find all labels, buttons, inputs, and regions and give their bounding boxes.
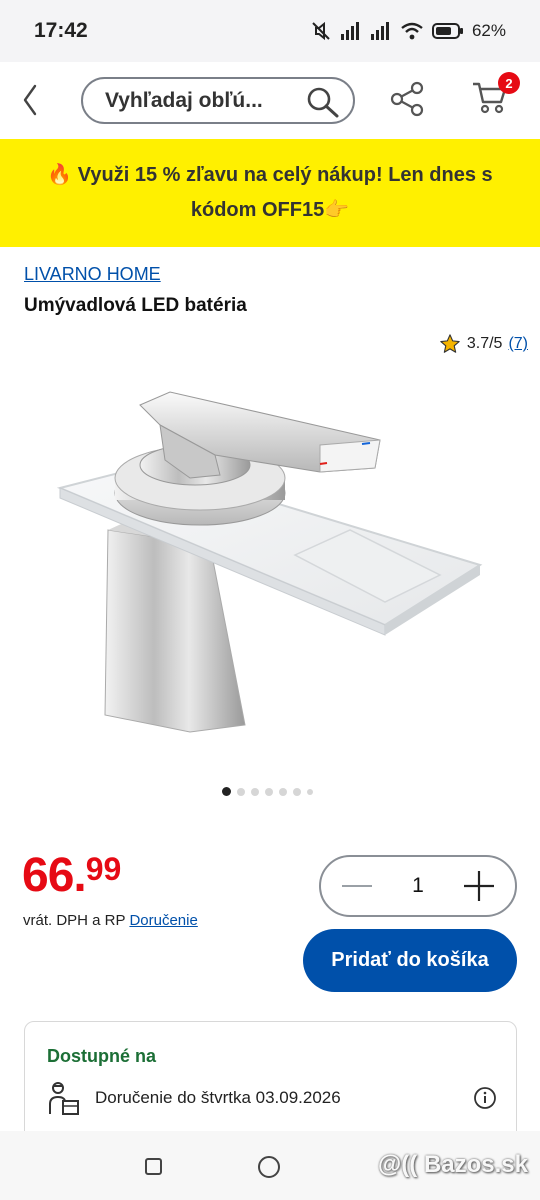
price-note-text: vrát. DPH a RP bbox=[23, 912, 126, 929]
brand-link[interactable]: LIVARNO HOME bbox=[24, 264, 161, 285]
price-cents: 99 bbox=[85, 851, 122, 887]
carousel-dot[interactable] bbox=[293, 787, 301, 796]
carousel-dot[interactable] bbox=[307, 788, 313, 795]
product-image[interactable] bbox=[40, 370, 500, 770]
status-icons: 62% bbox=[310, 20, 506, 42]
promo-text: 🔥 Využi 15 % zľavu na celý nákup! Len dn… bbox=[47, 164, 493, 221]
delivery-row: Doručenie do štvrtka 03.09.2026 bbox=[47, 1080, 497, 1116]
product-title: Umývadlová LED batéria bbox=[24, 295, 247, 316]
share-button[interactable] bbox=[388, 80, 426, 123]
cart-count-badge: 2 bbox=[498, 72, 520, 94]
signal-icon-2 bbox=[370, 22, 392, 40]
availability-title: Dostupné na bbox=[47, 1046, 157, 1066]
quantity-stepper: 1 bbox=[319, 855, 517, 917]
info-icon[interactable] bbox=[473, 1086, 497, 1110]
quantity-value[interactable]: 1 bbox=[412, 874, 424, 898]
system-nav-bar: @(( Bazos.sk bbox=[0, 1131, 540, 1200]
back-button[interactable] bbox=[16, 80, 44, 120]
increase-quantity-button[interactable] bbox=[459, 866, 499, 906]
minus-icon bbox=[342, 885, 372, 887]
add-to-cart-button[interactable]: Pridať do košíka bbox=[303, 929, 517, 992]
rating-count-link[interactable]: (7) bbox=[508, 335, 528, 353]
magnifier-icon[interactable] bbox=[305, 85, 341, 119]
carousel-dot[interactable] bbox=[222, 787, 231, 796]
decrease-quantity-button[interactable] bbox=[337, 866, 377, 906]
plus-icon bbox=[464, 871, 494, 901]
delivery-person-icon bbox=[49, 1082, 79, 1115]
battery-level: 62% bbox=[471, 21, 506, 40]
mute-icon bbox=[310, 20, 332, 42]
home-button[interactable] bbox=[258, 1156, 280, 1178]
cart-button[interactable]: 2 bbox=[470, 72, 520, 120]
price-main: 66. bbox=[22, 849, 87, 902]
header: Vyhľadaj obľú... 2 bbox=[0, 62, 540, 139]
price-note: vrát. DPH a RP Doručenie bbox=[23, 912, 198, 929]
carousel-dot[interactable] bbox=[265, 787, 273, 796]
search-input[interactable]: Vyhľadaj obľú... bbox=[81, 77, 355, 124]
status-bar: 17:42 62% bbox=[0, 0, 540, 62]
share-icon bbox=[390, 81, 424, 117]
chevron-left-icon bbox=[23, 84, 37, 116]
promo-banner[interactable]: 🔥 Využi 15 % zľavu na celý nákup! Len dn… bbox=[0, 139, 540, 247]
battery-icon bbox=[431, 22, 464, 40]
carousel-dot[interactable] bbox=[237, 787, 245, 796]
watermark: @(( Bazos.sk bbox=[377, 1151, 528, 1178]
delivery-date-text: Doručenie do štvrtka 03.09.2026 bbox=[95, 1088, 341, 1107]
rating: 3.7/5 (7) bbox=[439, 333, 528, 355]
price: 66. 99 bbox=[22, 850, 121, 902]
star-icon bbox=[440, 334, 460, 353]
search-placeholder: Vyhľadaj obľú... bbox=[105, 88, 263, 112]
delivery-link[interactable]: Doručenie bbox=[129, 912, 197, 929]
faucet-image bbox=[56, 391, 483, 733]
signal-icon bbox=[340, 22, 362, 40]
wifi-icon bbox=[400, 22, 424, 40]
image-carousel-dots bbox=[222, 787, 313, 796]
recent-apps-button[interactable] bbox=[145, 1158, 162, 1175]
carousel-dot[interactable] bbox=[251, 787, 259, 796]
carousel-dot[interactable] bbox=[279, 787, 287, 796]
rating-value: 3.7/5 bbox=[466, 335, 503, 352]
status-time: 17:42 bbox=[34, 19, 88, 42]
